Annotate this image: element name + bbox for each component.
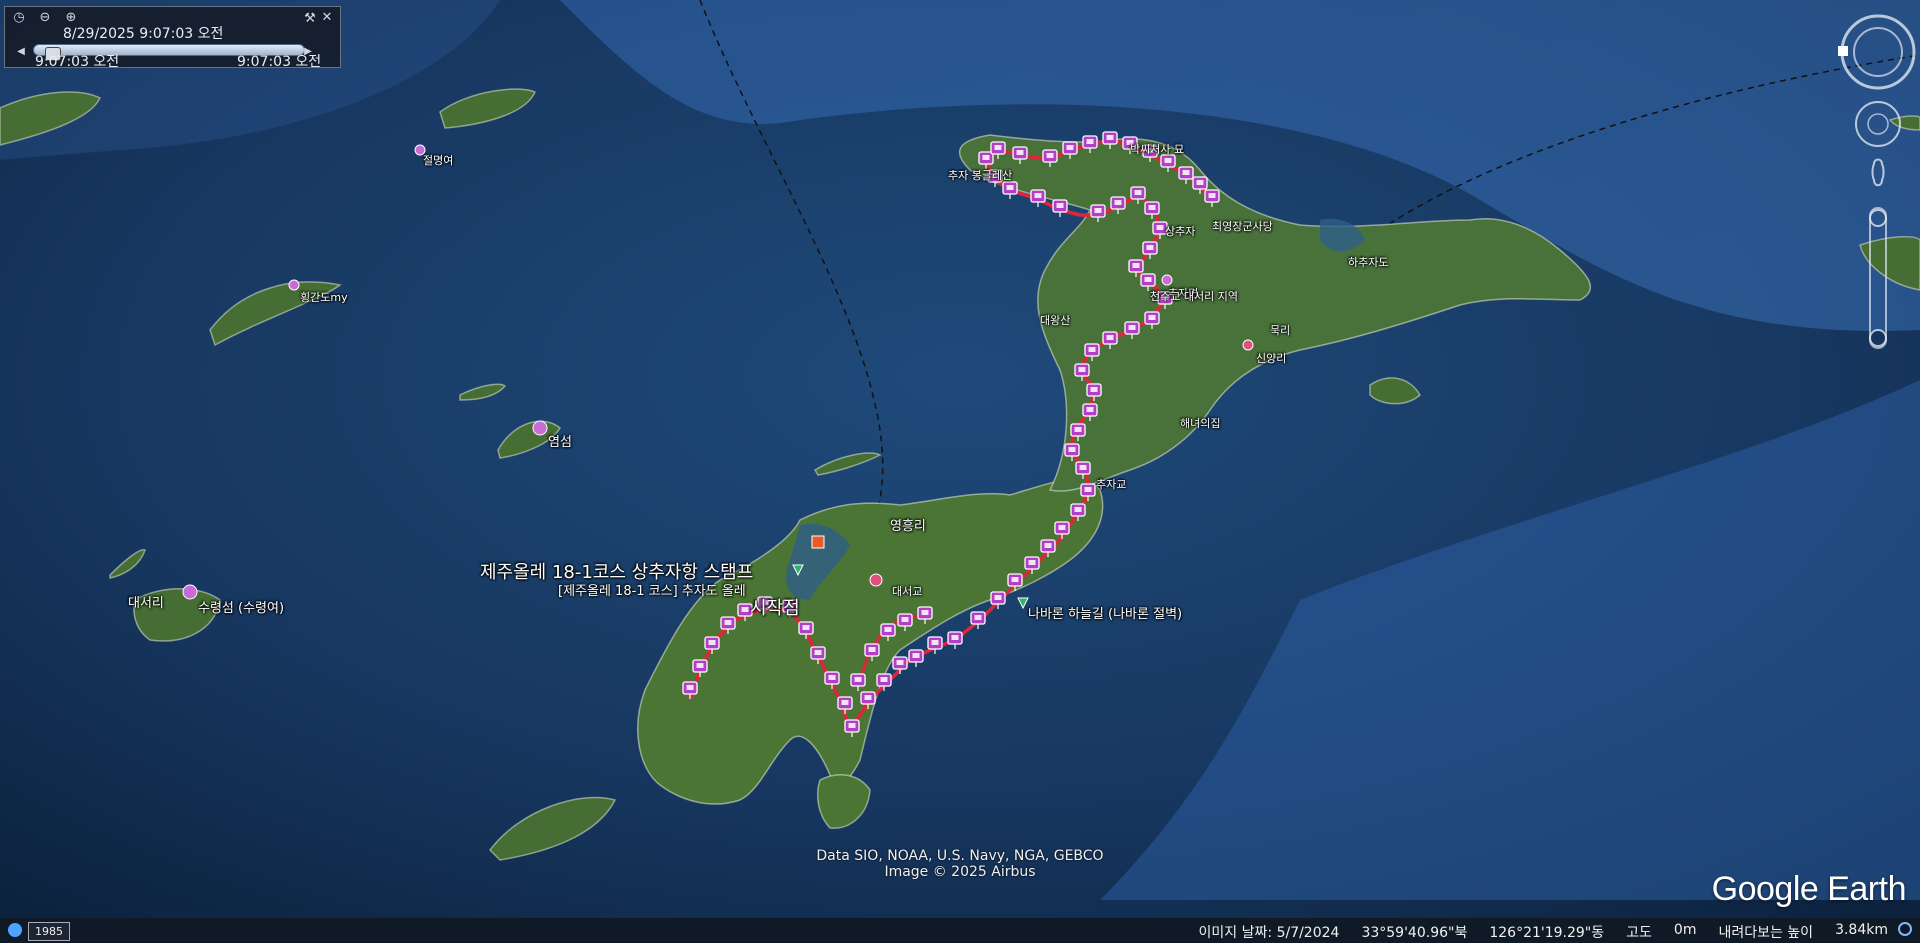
historical-year-box[interactable]: 1985 bbox=[28, 922, 70, 941]
daeseo-label: 대서리 bbox=[128, 596, 164, 611]
globe-icon[interactable] bbox=[8, 923, 22, 937]
eye-altitude-label: 내려다보는 높이 bbox=[1718, 925, 1814, 941]
latitude: 33°59'40.96"북 bbox=[1361, 925, 1468, 941]
chujagyo-label: 추자교 bbox=[1096, 478, 1127, 491]
church-label: 천주교 대서리 지역 bbox=[1150, 290, 1238, 303]
altitude-value: 0m bbox=[1673, 922, 1697, 938]
satellite-map[interactable] bbox=[0, 0, 1920, 943]
attribution-line1: Data SIO, NOAA, U.S. Navy, NGA, GEBCO bbox=[816, 848, 1104, 864]
wrench-icon[interactable]: ⚒ bbox=[302, 11, 318, 27]
suryeong-label: 수령섬 (수령여) bbox=[198, 601, 285, 616]
clock-icon[interactable]: ◷ bbox=[11, 10, 27, 26]
end-time: 9:07:03 오전 bbox=[237, 54, 322, 70]
longitude: 126°21'19.29"동 bbox=[1489, 925, 1605, 941]
bongdae-label: 추자 봉글레산 bbox=[948, 169, 1013, 182]
start-point-label: 시작점 bbox=[750, 598, 800, 619]
tomb-label: 박씨처사 묘 bbox=[1130, 143, 1185, 156]
zoom-out-icon[interactable]: ⊖ bbox=[37, 10, 53, 26]
hoenggan-label: 횡간도my bbox=[300, 291, 348, 304]
choi-label: 최영장군사당 bbox=[1212, 220, 1273, 233]
yeomseom-label: 염섬 bbox=[548, 435, 572, 450]
course-subtitle-label: [제주올레 18-1 코스] 추자도 올레 bbox=[558, 584, 746, 599]
nabaron-label: 나바론 하늘길 (나바론 절벽) bbox=[1028, 607, 1183, 622]
mukri-label: 묵리 bbox=[1270, 324, 1291, 337]
eye-altitude-value: 3.84km bbox=[1835, 922, 1888, 938]
loading-indicator-icon bbox=[1898, 922, 1912, 936]
daewang-label: 대왕산 bbox=[1040, 314, 1071, 327]
current-time: 8/29/2025 9:07:03 오전 bbox=[63, 26, 224, 42]
yeongheung-label: 영흥리 bbox=[890, 519, 926, 534]
haegang-label: 해녀의집 bbox=[1180, 417, 1221, 430]
prev-icon[interactable]: ◀ bbox=[13, 44, 29, 60]
attribution-line2: Image © 2025 Airbus bbox=[884, 864, 1036, 880]
altitude-label: 고도 bbox=[1626, 925, 1652, 941]
start-time: 9:07:03 오전 bbox=[35, 54, 120, 70]
time-slider-panel: ◷ ⊖ ⊕ ⚒ ✕ 8/29/2025 9:07:03 오전 ◀ ▶ 9:07:… bbox=[4, 6, 341, 70]
jeol-label: 절명여 bbox=[423, 154, 454, 167]
hachujado-label: 하추자도 bbox=[1348, 256, 1389, 269]
google-earth-logo: Google Earth bbox=[1711, 870, 1907, 908]
daegyo-label: 대서교 bbox=[892, 585, 923, 598]
sinyang-label: 신양리 bbox=[1256, 352, 1287, 365]
close-icon[interactable]: ✕ bbox=[319, 10, 335, 26]
image-date: 이미지 날짜: 5/7/2024 bbox=[1198, 925, 1340, 941]
sangchujado-label: 상추자 bbox=[1165, 225, 1196, 238]
status-bar: 1985 이미지 날짜: 5/7/2024 33°59'40.96"북 126°… bbox=[0, 918, 1920, 943]
